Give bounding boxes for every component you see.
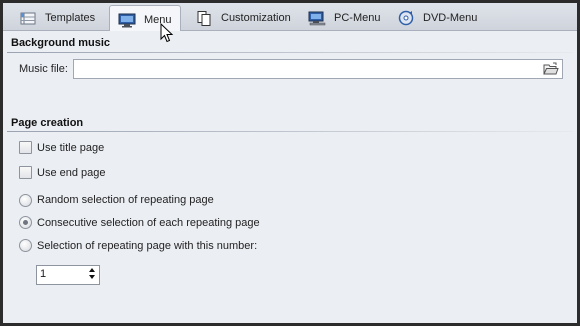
- open-folder-icon[interactable]: [543, 62, 559, 76]
- tab-pc-menu[interactable]: PC-Menu: [300, 5, 388, 31]
- page-number-stepper[interactable]: 1: [36, 265, 100, 285]
- selection-by-number-label: Selection of repeating page with this nu…: [37, 240, 258, 252]
- music-file-label: Music file:: [19, 63, 68, 75]
- use-title-page-label: Use title page: [37, 142, 105, 154]
- random-selection-radio[interactable]: [19, 194, 32, 207]
- tab-label: DVD-Menu: [423, 12, 478, 24]
- tab-label: PC-Menu: [334, 12, 381, 24]
- music-file-field[interactable]: [73, 59, 563, 79]
- use-title-page-checkbox[interactable]: [19, 141, 32, 154]
- consecutive-selection-label: Consecutive selection of each repeating …: [37, 217, 260, 229]
- section-title-page-creation: Page creation: [11, 117, 84, 129]
- use-end-page-checkbox[interactable]: [19, 166, 32, 179]
- random-selection-label: Random selection of repeating page: [37, 194, 214, 206]
- section-divider: [7, 131, 573, 132]
- mouse-cursor-icon: [160, 22, 174, 46]
- consecutive-selection-radio[interactable]: [19, 216, 32, 229]
- pc-menu-icon: [308, 10, 326, 26]
- page-number-value: 1: [40, 268, 47, 280]
- tab-bar: Templates Menu Customization PC-Menu DVD…: [3, 3, 577, 33]
- stepper-down-icon[interactable]: [89, 275, 95, 279]
- customization-pages-icon: [195, 10, 213, 26]
- section-title-background-music: Background music: [11, 37, 111, 49]
- tab-label: Templates: [45, 12, 96, 24]
- tab-dvd-menu[interactable]: DVD-Menu: [389, 5, 485, 31]
- selection-by-number-radio[interactable]: [19, 239, 32, 252]
- stepper-up-icon[interactable]: [89, 268, 95, 272]
- menu-settings-panel: Background music Music file: Page creati…: [3, 31, 577, 323]
- tab-customization[interactable]: Customization: [187, 5, 299, 31]
- tab-label: Customization: [221, 12, 291, 24]
- use-end-page-label: Use end page: [37, 167, 106, 179]
- menu-monitor-icon: [118, 12, 136, 28]
- tab-templates[interactable]: Templates: [11, 5, 103, 31]
- templates-icon: [19, 10, 37, 26]
- dvd-disc-icon: [397, 10, 415, 26]
- section-divider: [7, 52, 573, 53]
